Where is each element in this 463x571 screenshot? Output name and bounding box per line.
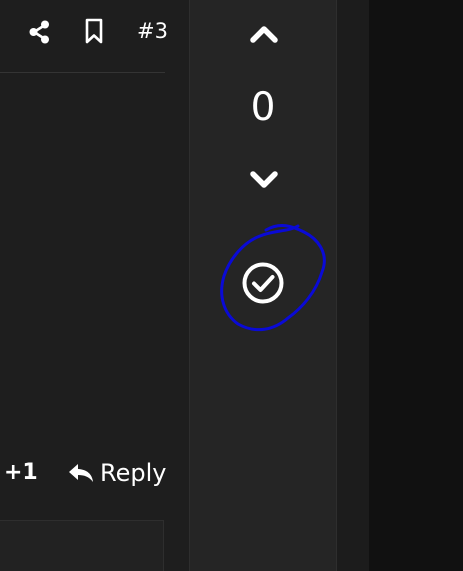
vote-column: 0	[189, 0, 337, 571]
bookmark-button[interactable]	[82, 17, 106, 45]
vote-count: 0	[250, 85, 276, 130]
chevron-up-icon	[250, 26, 278, 43]
reply-button[interactable]: Reply	[67, 455, 166, 491]
reply-label: Reply	[100, 459, 167, 487]
post-body	[0, 73, 165, 520]
share-icon	[29, 20, 49, 44]
page-background	[369, 0, 463, 571]
post-footer-actions: +1 Reply	[0, 455, 189, 491]
post-number-link[interactable]: #3	[137, 17, 168, 45]
check-circle-icon	[242, 262, 284, 304]
post-panel: #3 +1 Reply	[0, 0, 189, 571]
post-actions: #3	[0, 0, 189, 64]
next-post-card	[0, 520, 164, 571]
downvote-button[interactable]	[248, 168, 280, 192]
right-margin	[337, 0, 463, 571]
upvote-button[interactable]	[248, 22, 280, 46]
chevron-down-icon	[250, 171, 278, 188]
reply-icon	[69, 464, 93, 482]
bookmark-icon	[85, 18, 103, 44]
accept-answer-button[interactable]	[241, 261, 285, 305]
share-button[interactable]	[27, 19, 53, 45]
plus-one-button[interactable]: +1	[4, 455, 38, 491]
page: #3 +1 Reply 0	[0, 0, 463, 571]
